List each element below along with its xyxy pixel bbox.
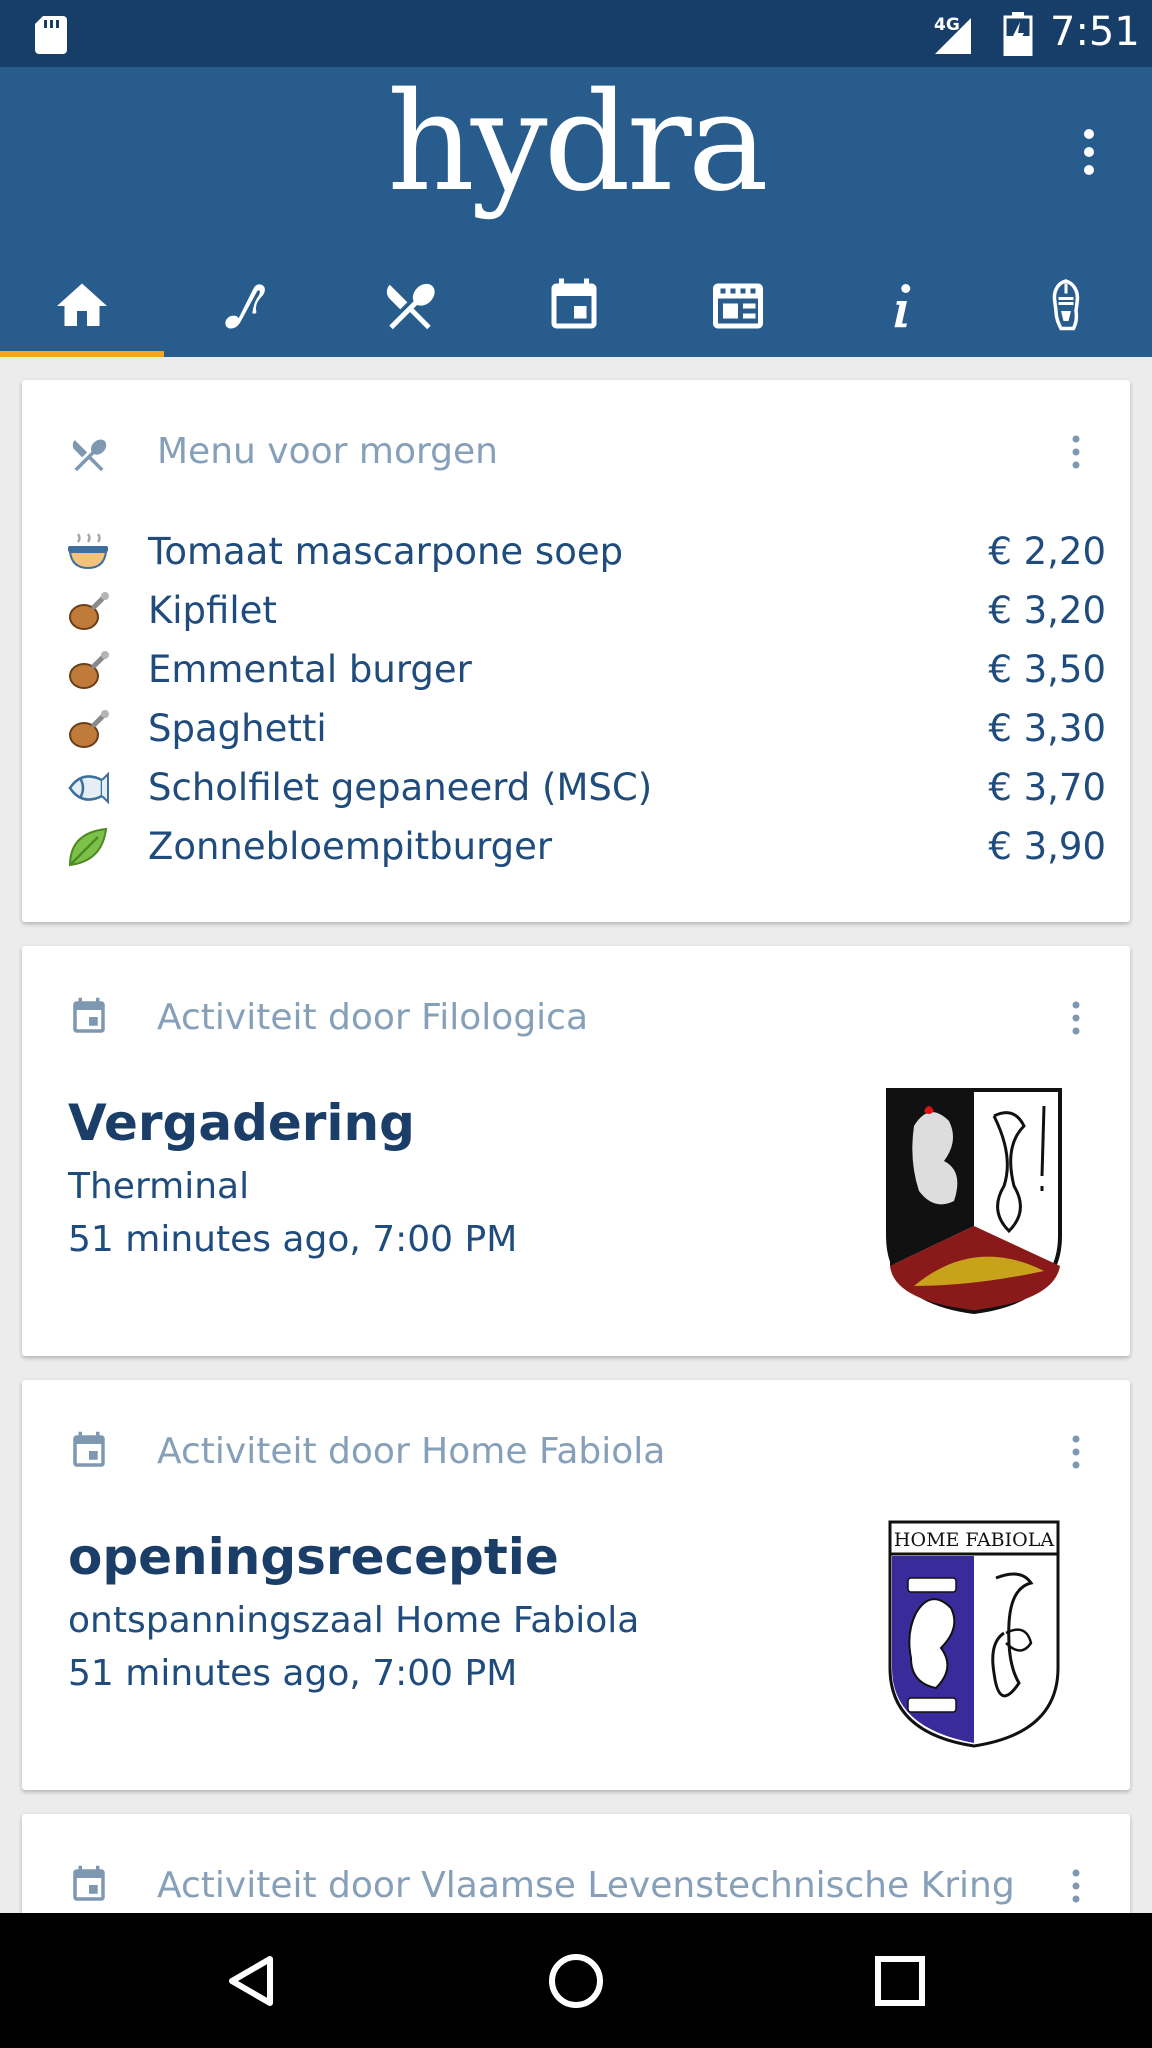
menu-card-title: Menu voor morgen: [157, 431, 498, 472]
app-logo: hydra: [387, 64, 769, 222]
menu-item-name: Kipfilet: [148, 589, 277, 632]
menu-item: Kipfilet € 3,20: [66, 585, 1106, 641]
cutlery-icon: [72, 439, 107, 472]
meat-icon: [69, 710, 109, 748]
activity-time: 51 minutes ago, 7:00 PM: [68, 1653, 518, 1694]
tab-indicator: [0, 351, 164, 357]
tab-home[interactable]: [0, 255, 164, 357]
knight-icon: [1052, 279, 1080, 331]
battery-icon: [1003, 12, 1033, 56]
menu-item-price: € 3,90: [988, 825, 1106, 868]
activity-card[interactable]: Activiteit door Home Fabiola openingsrec…: [22, 1380, 1130, 1790]
calendar-icon: [73, 1865, 105, 1901]
meat-icon: [69, 651, 109, 689]
activity-card[interactable]: Activiteit door Filologica Vergadering T…: [22, 946, 1130, 1356]
home-fabiola-crest-logo: HOME FABIOLA: [888, 1520, 1060, 1748]
back-button[interactable]: [214, 1943, 290, 2019]
tab-calendar[interactable]: [492, 255, 656, 357]
menu-item: Emmental burger € 3,50: [66, 644, 1106, 700]
menu-item-price: € 3,30: [988, 707, 1106, 750]
menu-item-name: Zonnebloempitburger: [148, 825, 553, 868]
menu-item-name: Scholfilet gepaneerd (MSC): [148, 766, 653, 809]
activity-association: Activiteit door Vlaamse Levenstechnische…: [157, 1865, 1015, 1906]
activity-title: openingsreceptie: [68, 1528, 559, 1586]
info-icon: [894, 284, 911, 328]
overflow-menu-icon[interactable]: [1074, 122, 1104, 182]
menu-item-name: Tomaat mascarpone soep: [148, 530, 624, 573]
menu-item-price: € 3,20: [988, 589, 1106, 632]
news-icon: [713, 283, 763, 329]
activity-time: 51 minutes ago, 7:00 PM: [68, 1219, 518, 1260]
app-bar: hydra: [0, 67, 1152, 357]
activity-location: ontspanningszaal Home Fabiola: [68, 1600, 640, 1641]
fish-icon: [68, 771, 109, 805]
card-overflow-icon[interactable]: [1070, 1432, 1082, 1472]
menu-item-price: € 3,50: [988, 648, 1106, 691]
calendar-icon: [73, 1431, 105, 1467]
clock: 7:51: [1050, 9, 1140, 55]
menu-item: Zonnebloempitburger € 3,90: [66, 821, 1106, 877]
menu-item-name: Emmental burger: [148, 648, 472, 691]
tab-urgent[interactable]: [984, 255, 1148, 357]
menu-item-price: € 3,70: [988, 766, 1106, 809]
leaf-icon: [68, 827, 108, 867]
menu-item: Tomaat mascarpone soep € 2,20: [66, 526, 1106, 582]
menu-item: Scholfilet gepaneerd (MSC) € 3,70: [66, 762, 1106, 818]
note-icon: [225, 284, 265, 329]
tab-bar: [0, 255, 1152, 357]
tab-resto[interactable]: [328, 255, 492, 357]
card-overflow-icon[interactable]: [1070, 998, 1082, 1038]
activity-location: Therminal: [68, 1166, 250, 1207]
menu-item-price: € 2,20: [988, 530, 1106, 573]
activity-association: Activiteit door Filologica: [157, 997, 589, 1038]
status-bar: 4G 7:51: [0, 0, 1152, 67]
sd-card-icon: [35, 16, 67, 54]
card-overflow-icon[interactable]: [1070, 432, 1082, 472]
system-nav-bar: [0, 1913, 1152, 2048]
network-type: 4G: [934, 15, 960, 35]
card-overflow-icon[interactable]: [1070, 1866, 1082, 1906]
activity-association: Activiteit door Home Fabiola: [157, 1431, 666, 1472]
filologica-crest-logo: [886, 1088, 1062, 1315]
tab-music[interactable]: [164, 255, 328, 357]
home-button[interactable]: [538, 1943, 614, 2019]
tab-news[interactable]: [656, 255, 820, 357]
meat-icon: [69, 592, 109, 630]
tab-info[interactable]: [820, 255, 984, 357]
home-icon: [57, 283, 107, 326]
menu-item-name: Spaghetti: [148, 707, 327, 750]
menu-card[interactable]: Menu voor morgen Tomaat mascarpone soep …: [22, 380, 1130, 922]
soup-icon: [68, 533, 108, 570]
activity-title: Vergadering: [68, 1094, 415, 1152]
crest-text: HOME FABIOLA: [894, 1529, 1054, 1551]
recents-button[interactable]: [862, 1943, 938, 2019]
calendar-icon: [551, 278, 597, 329]
menu-item: Spaghetti € 3,30: [66, 703, 1106, 759]
cutlery-icon: [386, 283, 435, 330]
calendar-icon: [73, 997, 105, 1033]
